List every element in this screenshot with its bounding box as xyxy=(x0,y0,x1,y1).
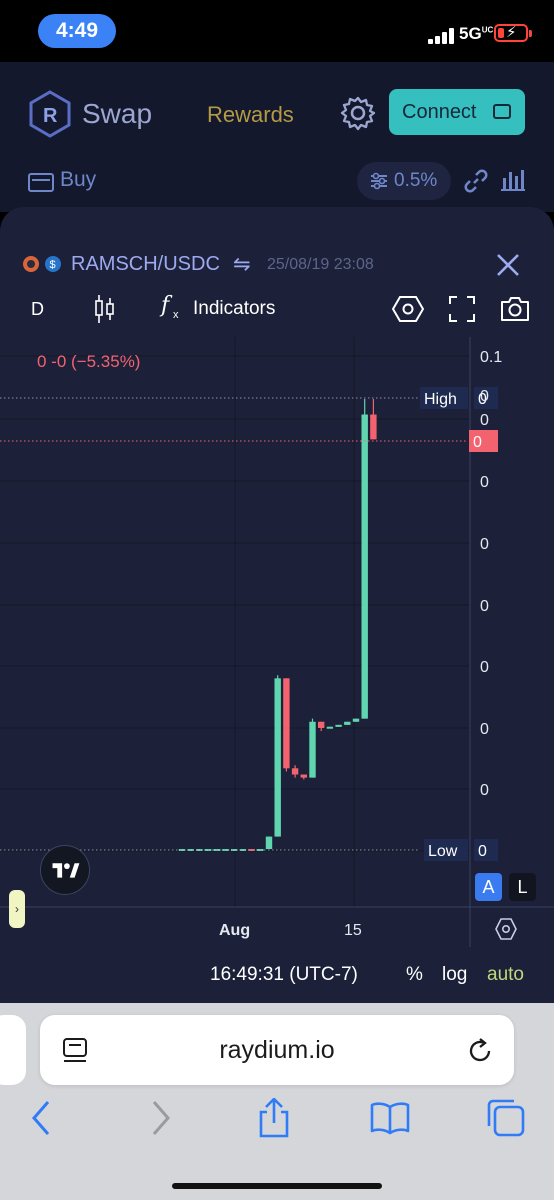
time-axis: Aug 15 xyxy=(219,922,362,939)
candle-body xyxy=(335,724,342,727)
candle-body xyxy=(283,678,290,769)
indicators-icon-sub: x xyxy=(173,309,179,321)
reload-icon[interactable] xyxy=(466,1037,494,1065)
candle-body xyxy=(344,721,351,725)
buy-link[interactable]: Buy xyxy=(60,168,96,192)
swap-nav[interactable]: Swap xyxy=(82,98,152,130)
status-time[interactable]: 4:49 xyxy=(38,14,116,48)
price-tick-label: 0.1 xyxy=(480,349,502,366)
credit-card-icon[interactable] xyxy=(28,173,54,192)
price-tick-label: 0 xyxy=(480,412,489,429)
indicators-icon[interactable]: f xyxy=(161,293,169,318)
price-tick-label: 0 xyxy=(480,388,489,405)
ohlc-legend: 0 -0 (−5.35%) xyxy=(37,352,141,371)
raydium-logo-icon[interactable]: R xyxy=(28,90,72,138)
high-label: High xyxy=(424,391,457,408)
chart-clock[interactable]: 16:49:31 (UTC-7) xyxy=(210,964,358,986)
sliders-icon xyxy=(371,172,387,190)
token-pair-icons: $ xyxy=(23,256,61,272)
svg-text:R: R xyxy=(43,105,58,127)
candle-body xyxy=(326,726,334,729)
log-scale-button[interactable]: L xyxy=(509,873,536,901)
candle-body xyxy=(318,721,325,728)
indicators-button[interactable]: Indicators xyxy=(193,298,275,320)
candle-body xyxy=(300,774,307,778)
price-tick-label: 0 xyxy=(480,474,489,491)
tabs-icon[interactable] xyxy=(486,1098,526,1138)
link-icon[interactable] xyxy=(463,168,489,194)
time-tick-label: Aug xyxy=(219,922,250,939)
close-icon[interactable] xyxy=(496,253,520,277)
candle-body xyxy=(370,414,377,440)
candle-body xyxy=(352,718,360,722)
time-tick-label: 15 xyxy=(344,922,362,939)
bookmarks-icon[interactable] xyxy=(370,1098,410,1138)
pair-title[interactable]: RAMSCH/USDC xyxy=(71,253,220,276)
tradingview-logo-icon[interactable] xyxy=(40,845,90,895)
fullscreen-icon[interactable] xyxy=(449,296,475,322)
price-tick-label: 0 xyxy=(480,598,489,615)
svg-text:$: $ xyxy=(50,259,56,271)
share-icon[interactable] xyxy=(254,1098,294,1138)
candlestick-type-icon[interactable] xyxy=(93,294,117,324)
address-bar[interactable]: raydium.io xyxy=(40,1015,514,1085)
candle-body xyxy=(265,836,273,849)
chart-settings-icon[interactable] xyxy=(392,293,424,325)
swap-direction-icon[interactable]: ⇋ xyxy=(233,252,251,277)
browser-toolbar: raydium.io xyxy=(0,1003,554,1200)
battery-icon: ⚡ xyxy=(494,24,528,42)
chart-datetime: 25/08/19 23:08 xyxy=(267,256,374,273)
camera-icon[interactable] xyxy=(499,295,531,323)
interval-button[interactable]: D xyxy=(31,299,44,320)
price-lines: High 0 Low 0 0 xyxy=(0,387,498,861)
low-value: 0 xyxy=(478,843,487,860)
price-tick-label: 0 xyxy=(480,536,489,553)
axis-settings-icon[interactable] xyxy=(495,917,517,941)
chart-bars-icon[interactable] xyxy=(500,168,526,192)
connect-wallet-button[interactable]: Connect xyxy=(389,89,525,135)
chart-toolbar: D f x Indicators xyxy=(0,287,554,331)
cellular-signal-icon xyxy=(428,28,454,44)
home-indicator xyxy=(172,1183,382,1189)
candle-body xyxy=(361,414,368,719)
chart-panel: $ RAMSCH/USDC ⇋ 25/08/19 23:08 D f x Ind… xyxy=(0,207,554,1007)
wallet-icon xyxy=(493,104,511,119)
percent-scale-toggle[interactable]: % xyxy=(406,964,423,986)
log-scale-toggle[interactable]: log xyxy=(442,964,467,986)
status-bar: 4:49 5GUC ⚡ xyxy=(0,0,554,62)
price-tick-label: 0 xyxy=(480,721,489,738)
battery-tip xyxy=(529,30,532,37)
forward-icon[interactable] xyxy=(140,1098,180,1138)
candle-series xyxy=(178,399,377,851)
last-price-tag: 0 xyxy=(473,434,482,451)
app-header: R Swap Rewards Connect Buy 0.5% xyxy=(0,62,554,212)
price-tick-label: 0 xyxy=(480,659,489,676)
expand-panel-button[interactable]: › xyxy=(9,890,25,928)
price-tick-label: 0 xyxy=(480,782,489,799)
candle-body xyxy=(309,721,316,778)
candle-body xyxy=(291,768,299,775)
auto-scale-toggle[interactable]: auto xyxy=(487,964,524,986)
back-icon[interactable] xyxy=(22,1098,62,1138)
network-type: 5GUC xyxy=(459,24,494,43)
rewards-nav[interactable]: Rewards xyxy=(207,102,294,128)
candle-body xyxy=(274,678,281,837)
auto-scale-button[interactable]: A xyxy=(475,873,502,901)
low-label: Low xyxy=(428,843,458,860)
settings-gear-icon[interactable] xyxy=(340,95,376,131)
previous-tab[interactable] xyxy=(0,1015,26,1085)
url-text[interactable]: raydium.io xyxy=(40,1036,514,1065)
price-axis: 0.1 0 0 0 0 0 0 0 0 xyxy=(480,349,502,799)
